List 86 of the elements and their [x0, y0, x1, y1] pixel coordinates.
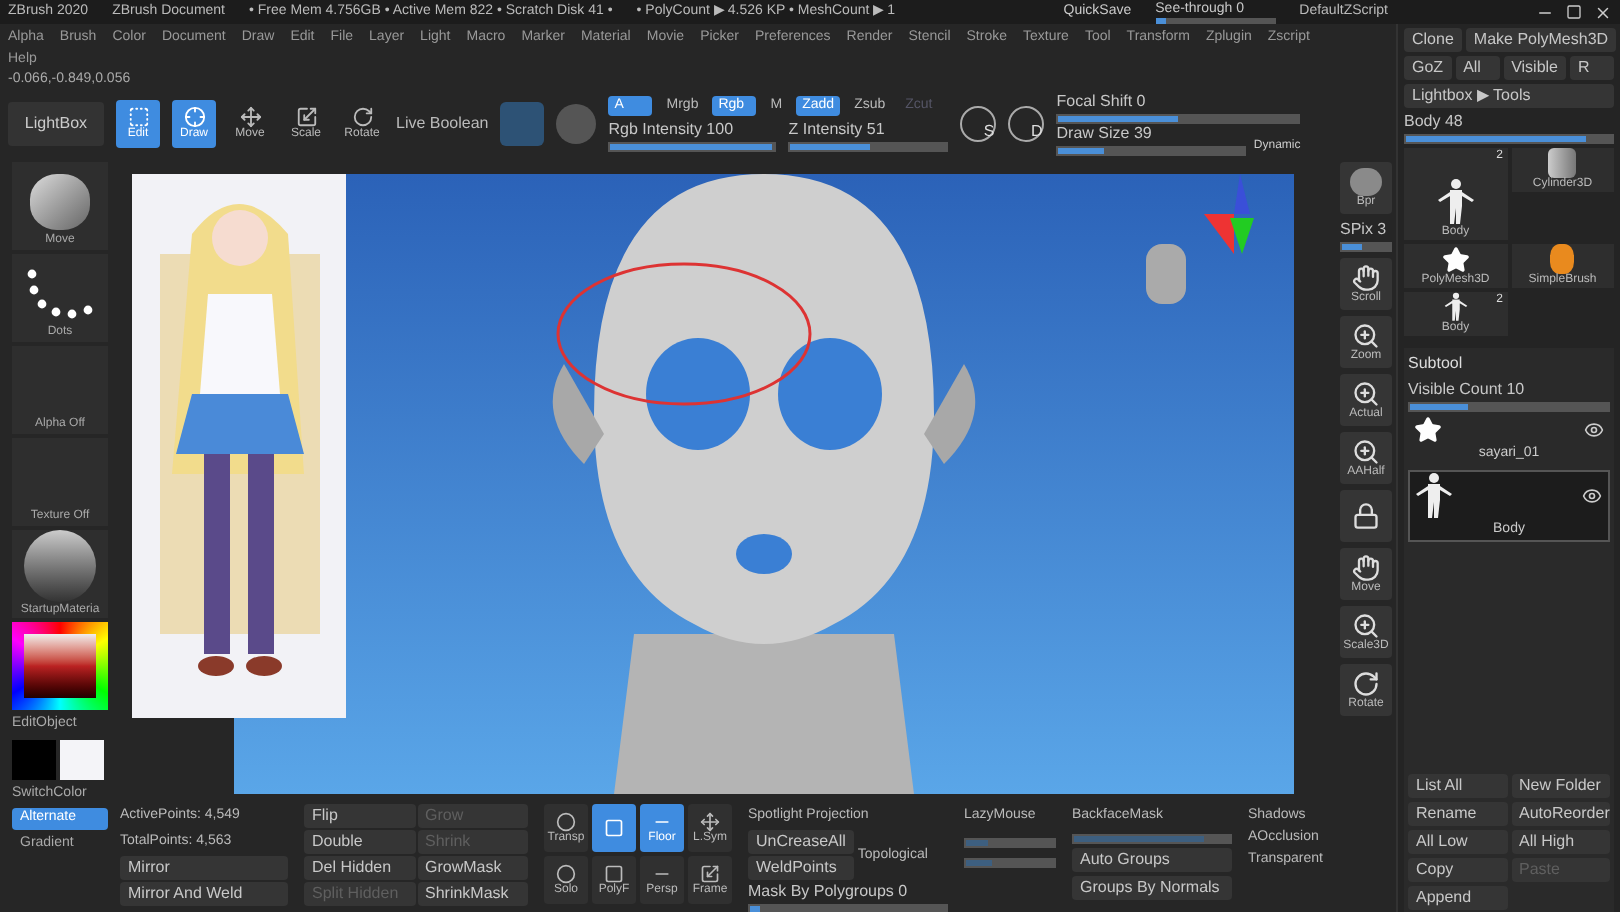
live-boolean-label: Live Boolean: [396, 112, 489, 136]
slider-label: Z Intensity 51: [788, 120, 887, 140]
eye-icon: [1584, 420, 1604, 440]
slider-track[interactable]: [1056, 114, 1301, 124]
slider-label: SPix 3: [1340, 220, 1389, 240]
cylinder-icon: [1548, 148, 1577, 178]
color-picker[interactable]: [12, 622, 108, 710]
slider-track[interactable]: [1340, 242, 1392, 252]
slider-track[interactable]: [1155, 17, 1276, 23]
panel-button[interactable]: Mirror: [120, 856, 288, 880]
view-button[interactable]: [1340, 490, 1392, 542]
panel-button[interactable]: Lightbox ▶ Tools: [1404, 84, 1614, 108]
panel-button[interactable]: GrowMask: [417, 856, 528, 880]
frame-icon: [700, 863, 720, 883]
panel-button[interactable]: List All: [1408, 774, 1507, 798]
move-icon: [239, 106, 261, 128]
slider-label: Mask By Polygroups 0: [748, 882, 910, 902]
slider-track[interactable]: [748, 904, 948, 912]
sphere-icon: [556, 863, 576, 883]
slider-track[interactable]: [1072, 834, 1232, 844]
panel-button[interactable]: UnCreaseAll: [748, 830, 854, 854]
panel-button[interactable]: Mirror And Weld: [120, 882, 288, 906]
hand-icon: [1352, 263, 1380, 291]
panel-button[interactable]: All: [1455, 56, 1500, 80]
panel-button[interactable]: Del Hidden: [304, 856, 415, 880]
brush-thumbnail: [30, 173, 90, 229]
slider-track[interactable]: [608, 142, 777, 152]
slider-label: Body 48: [1404, 112, 1465, 132]
star-icon: [1441, 246, 1470, 274]
panel-button[interactable]: New Folder: [1511, 774, 1610, 798]
rotate-icon: [1352, 669, 1380, 697]
sphere-button[interactable]: [556, 104, 597, 144]
panel-button[interactable]: All Low: [1408, 830, 1507, 854]
panel-button[interactable]: Copy: [1408, 858, 1507, 882]
stroke-button[interactable]: D: [1008, 106, 1045, 142]
panel-button[interactable]: GoZ: [1404, 56, 1452, 80]
slider-track[interactable]: [788, 142, 949, 152]
dots-stroke-icon: [24, 265, 96, 321]
rotate-icon: [351, 106, 373, 128]
panel-button[interactable]: AutoReorder: [1511, 802, 1610, 826]
maximize-icon[interactable]: [1566, 4, 1582, 20]
display-button[interactable]: [592, 804, 636, 852]
close-icon[interactable]: [1594, 3, 1612, 21]
star-icon: [1414, 416, 1442, 444]
panel-button[interactable]: WeldPoints: [748, 856, 854, 880]
slider-track[interactable]: [964, 838, 1056, 848]
primary-color-swatch[interactable]: [12, 739, 56, 779]
lightbox-button[interactable]: LightBox: [8, 102, 104, 146]
stroke-button[interactable]: S: [960, 106, 997, 142]
lock-icon: [1352, 502, 1380, 530]
panel-button[interactable]: R: [1570, 56, 1615, 80]
slider-label: Rgb Intensity 100: [608, 120, 736, 140]
panel-button[interactable]: Auto Groups: [1072, 848, 1232, 872]
subtool-title: Subtool: [1408, 352, 1465, 376]
sphere-button[interactable]: [500, 102, 545, 146]
square-icon: [604, 818, 624, 838]
slider-track[interactable]: [964, 858, 1056, 868]
slider-label: Visible Count 10: [1408, 380, 1527, 400]
hand-icon: [1352, 553, 1380, 581]
crosshair-icon: [183, 106, 205, 128]
panel-button[interactable]: Append: [1408, 886, 1507, 910]
magnifier-icon: [1352, 437, 1380, 465]
figure-icon: [1437, 178, 1474, 226]
panel-button[interactable]: All High: [1511, 830, 1610, 854]
slider-track[interactable]: [1408, 402, 1610, 412]
panel-button[interactable]: Flip: [304, 804, 415, 828]
scale-icon: [295, 106, 317, 128]
brush-icon: [1550, 244, 1575, 274]
slider-label: Draw Size 39: [1056, 124, 1154, 144]
magnifier-icon: [1352, 379, 1380, 407]
eye-icon: [1582, 485, 1602, 505]
edit-icon: [127, 106, 149, 128]
panel-button[interactable]: ShrinkMask: [417, 882, 528, 906]
panel-button[interactable]: Make PolyMesh3D: [1465, 28, 1617, 52]
magnifier-icon: [1352, 321, 1380, 349]
figure-icon: [1416, 471, 1452, 519]
magnifier-icon: [1352, 611, 1380, 639]
panel-button[interactable]: Double: [304, 830, 415, 854]
panel-button[interactable]: Visible: [1503, 56, 1566, 80]
slider-track[interactable]: [1404, 134, 1614, 144]
secondary-color-swatch[interactable]: [60, 739, 104, 779]
panel-button[interactable]: Clone: [1404, 28, 1462, 52]
panel-button[interactable]: Groups By Normals: [1072, 876, 1232, 900]
panel-button[interactable]: Rename: [1408, 802, 1507, 826]
slider-label: Focal Shift 0: [1056, 92, 1148, 112]
slider-track[interactable]: [1056, 146, 1246, 156]
